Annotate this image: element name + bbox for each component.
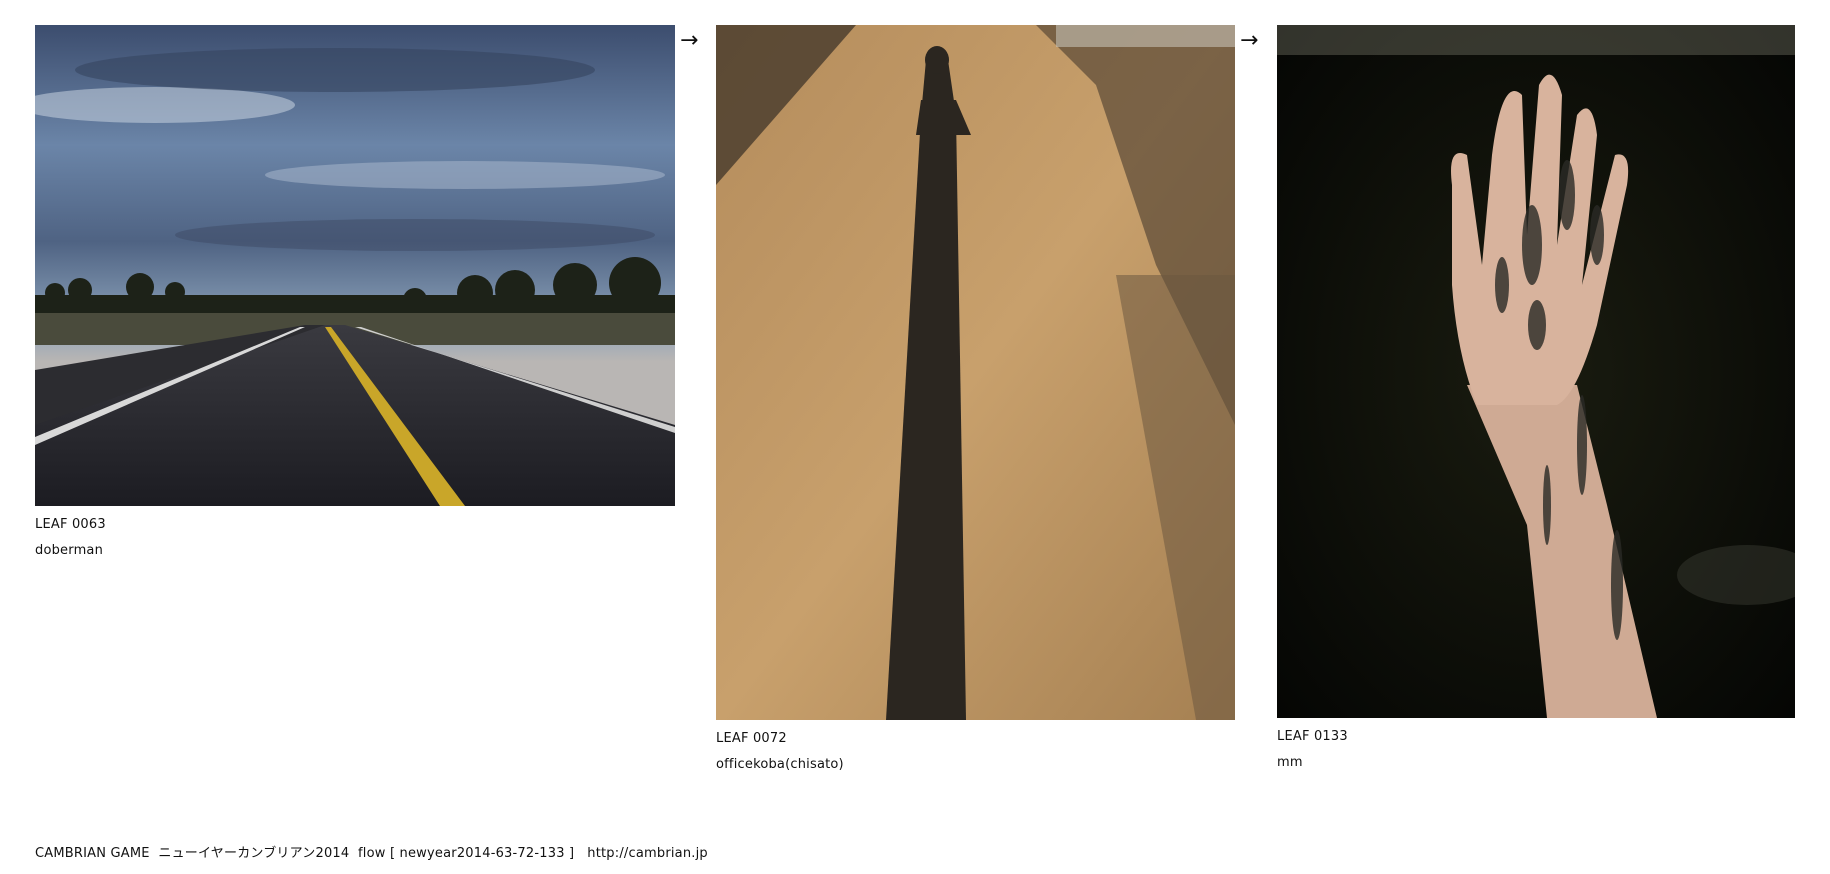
leaf-id[interactable]: LEAF 0133 [1277, 729, 1795, 744]
long-shadow-on-sand-photo[interactable] [716, 25, 1235, 720]
arrow-right-icon: → [680, 28, 699, 53]
leaf-id[interactable]: LEAF 0063 [35, 517, 675, 532]
arrow-right-icon: → [1240, 28, 1259, 53]
leaf-card-0063: LEAF 0063 doberman [35, 25, 675, 558]
leaf-id[interactable]: LEAF 0072 [716, 731, 1235, 746]
leaf-card-0072: LEAF 0072 officekoba(chisato) [716, 25, 1235, 772]
leaf-author[interactable]: mm [1277, 755, 1795, 770]
footer-credits[interactable]: CAMBRIAN GAME ニューイヤーカンブリアン2014 flow [ ne… [35, 842, 708, 861]
leaf-author[interactable]: officekoba(chisato) [716, 757, 1235, 772]
ink-stained-hand-photo[interactable] [1277, 25, 1795, 718]
leaf-author[interactable]: doberman [35, 543, 675, 558]
desert-highway-dusk-photo[interactable] [35, 25, 675, 506]
leaf-card-0133: LEAF 0133 mm [1277, 25, 1795, 770]
